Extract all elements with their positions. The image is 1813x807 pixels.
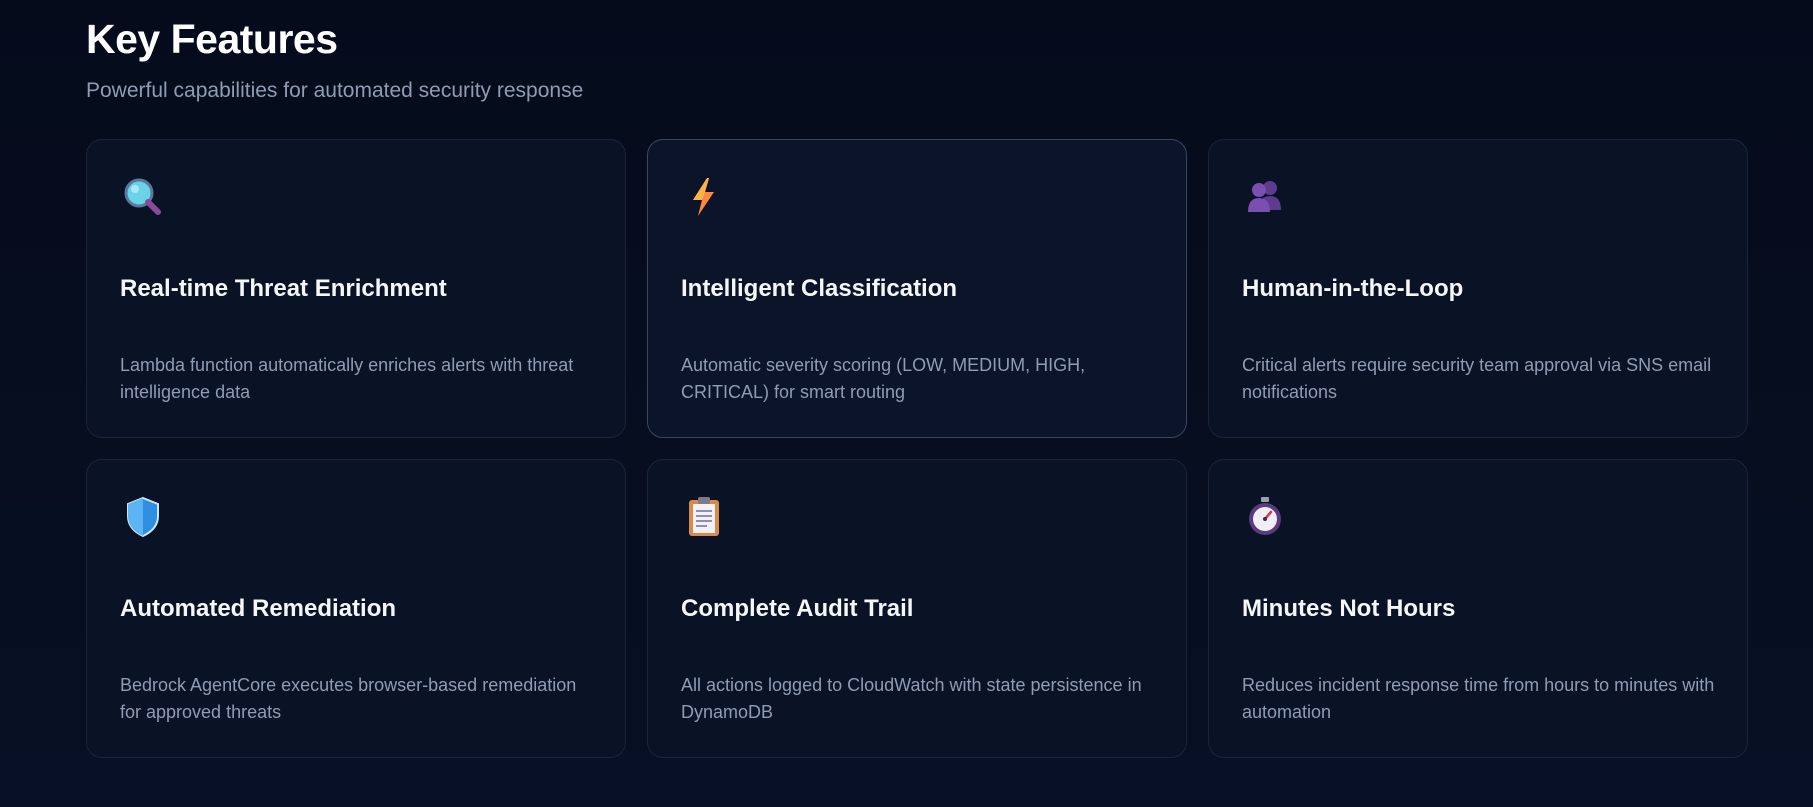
section-subtitle: Powerful capabilities for automated secu… [86,79,584,102]
lightning-bolt-icon [693,178,714,216]
section-title: Key Features [86,16,338,62]
feature-card-classification[interactable]: Intelligent Classification Automatic sev… [647,139,1187,438]
feature-card-minutes-not-hours[interactable]: Minutes Not Hours Reduces incident respo… [1208,459,1748,758]
magnifying-glass-icon [124,178,161,215]
feature-description: Reduces incident response time from hour… [1242,675,1715,722]
features-grid: Real-time Threat Enrichment Lambda funct… [86,139,1748,758]
feature-description: Automatic severity scoring (LOW, MEDIUM,… [681,355,1086,402]
feature-card-audit-trail[interactable]: Complete Audit Trail All actions logged … [647,459,1187,758]
feature-description: Critical alerts require security team ap… [1242,355,1712,402]
clipboard-icon [689,497,719,536]
feature-title: Automated Remediation [120,595,397,622]
feature-title: Human-in-the-Loop [1242,275,1464,302]
feature-description: All actions logged to CloudWatch with st… [681,675,1142,722]
feature-title: Complete Audit Trail [681,595,914,622]
feature-card-threat-enrichment[interactable]: Real-time Threat Enrichment Lambda funct… [86,139,626,438]
feature-title: Real-time Threat Enrichment [120,275,447,302]
stopwatch-icon [1249,497,1281,535]
feature-title: Intelligent Classification [681,275,958,302]
feature-card-remediation[interactable]: Automated Remediation Bedrock AgentCore … [86,459,626,758]
key-features-section: Key Features Powerful capabilities for a… [86,0,1749,758]
page: Key Features Powerful capabilities for a… [0,0,1813,807]
feature-description: Bedrock AgentCore executes browser-based… [120,675,577,722]
people-icon [1248,181,1281,212]
feature-card-human-in-the-loop[interactable]: Human-in-the-Loop Critical alerts requir… [1208,139,1748,438]
feature-title: Minutes Not Hours [1242,595,1456,622]
feature-description: Lambda function automatically enriches a… [120,355,574,402]
shield-icon [127,496,159,538]
